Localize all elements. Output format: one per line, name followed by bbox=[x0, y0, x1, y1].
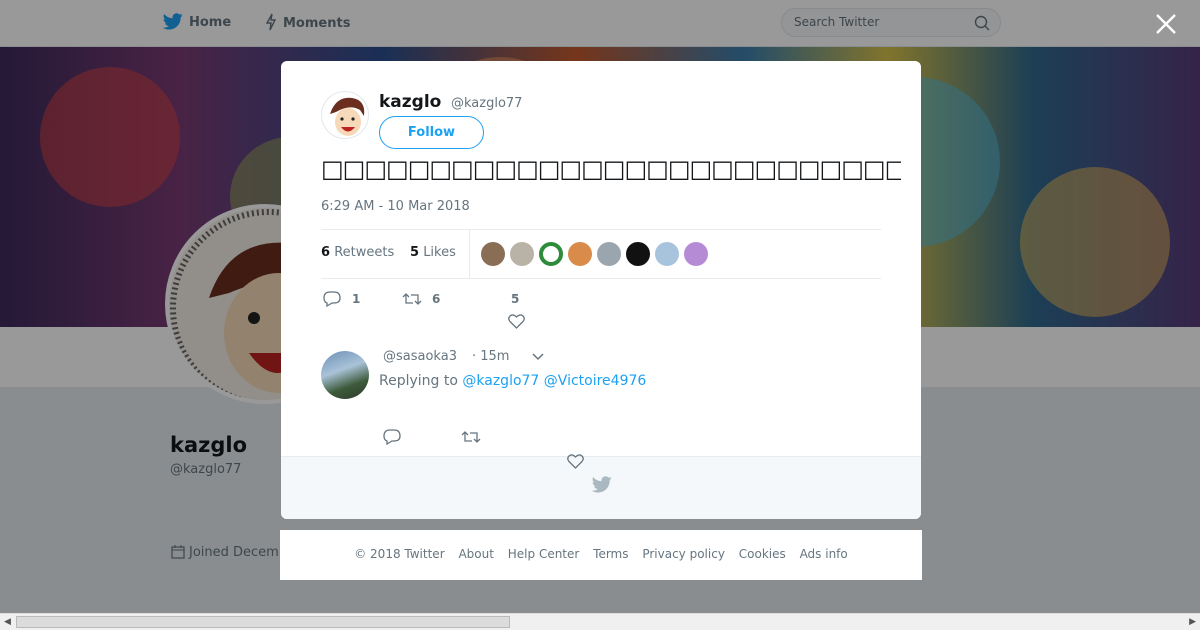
tweet-modal: kazglo @kazglo77 Follow □□□□□□□□□□□□□□□□… bbox=[281, 61, 921, 519]
retweets-stat[interactable]: 6 Retweets bbox=[321, 245, 394, 260]
retweet-icon bbox=[461, 431, 481, 443]
scroll-right-arrow-icon[interactable]: ▶ bbox=[1189, 617, 1196, 627]
tweet-author-name[interactable]: kazglo bbox=[379, 92, 441, 112]
tweet-timestamp[interactable]: 6:29 AM - 10 Mar 2018 bbox=[321, 199, 470, 214]
liker-avatar[interactable] bbox=[510, 242, 534, 266]
like-count: 5 bbox=[511, 292, 520, 306]
follow-button[interactable]: Follow bbox=[379, 116, 484, 149]
footer-copyright: © 2018 Twitter bbox=[354, 547, 445, 561]
liker-avatar[interactable] bbox=[568, 242, 592, 266]
close-icon[interactable] bbox=[1154, 12, 1178, 36]
tweet-stats: 6 Retweets 5 Likes bbox=[321, 229, 881, 279]
retweet-icon bbox=[402, 293, 422, 305]
horizontal-scrollbar[interactable]: ◀ ▶ bbox=[0, 613, 1200, 630]
reply-count: 1 bbox=[352, 292, 361, 306]
heart-icon[interactable] bbox=[567, 454, 584, 469]
modal-footer bbox=[281, 454, 921, 519]
retweet-count: 6 bbox=[432, 292, 441, 306]
reply-author-avatar[interactable] bbox=[321, 351, 369, 399]
reply-author-handle[interactable]: @sasaoka3 bbox=[383, 349, 457, 364]
liker-avatar[interactable] bbox=[684, 242, 708, 266]
likes-count: 5 bbox=[410, 245, 420, 260]
liker-avatar[interactable] bbox=[539, 242, 563, 266]
stats-divider bbox=[469, 230, 470, 278]
retweets-label: Retweets bbox=[334, 245, 395, 260]
liker-avatar[interactable] bbox=[626, 242, 650, 266]
tweet-text: □□□□□□□□□□□□□□□□□□□□□□□□□□□□□□□□□□□□□□□□… bbox=[321, 155, 901, 183]
heart-icon bbox=[508, 314, 525, 329]
replying-to: Replying to @kazglo77 @Victoire4976 bbox=[379, 373, 646, 389]
reply-reply-action[interactable] bbox=[383, 429, 401, 445]
footer-link-privacy[interactable]: Privacy policy bbox=[642, 547, 725, 561]
retweet-action[interactable] bbox=[402, 291, 422, 307]
like-action[interactable] bbox=[508, 314, 525, 329]
scroll-left-arrow-icon[interactable]: ◀ bbox=[4, 617, 11, 627]
tweet-author-avatar[interactable] bbox=[321, 91, 369, 139]
liker-avatar[interactable] bbox=[597, 242, 621, 266]
liker-avatar[interactable] bbox=[655, 242, 679, 266]
footer-link-about[interactable]: About bbox=[458, 547, 493, 561]
footer-link-cookies[interactable]: Cookies bbox=[739, 547, 786, 561]
reply-retweet-action[interactable] bbox=[461, 429, 481, 445]
footer-links: © 2018 Twitter About Help Center Terms P… bbox=[280, 547, 922, 561]
mention-link[interactable]: @kazglo77 bbox=[462, 373, 539, 389]
footer-link-terms[interactable]: Terms bbox=[593, 547, 628, 561]
page-footer: © 2018 Twitter About Help Center Terms P… bbox=[280, 530, 922, 580]
tweet-author-handle[interactable]: @kazglo77 bbox=[451, 96, 522, 111]
twitter-bird-icon bbox=[592, 476, 612, 493]
chevron-down-icon[interactable] bbox=[531, 351, 545, 363]
replying-to-label: Replying to bbox=[379, 373, 458, 389]
liker-avatar[interactable] bbox=[481, 242, 505, 266]
likes-stat[interactable]: 5 Likes bbox=[410, 245, 456, 260]
likes-label: Likes bbox=[423, 245, 456, 260]
footer-link-help-center[interactable]: Help Center bbox=[508, 547, 580, 561]
tweet-actions: 1 6 5 bbox=[321, 288, 621, 329]
reply-action[interactable] bbox=[323, 291, 341, 307]
reply-icon bbox=[383, 429, 401, 445]
retweets-count: 6 bbox=[321, 245, 331, 260]
reply-icon bbox=[323, 291, 341, 307]
scrollbar-thumb[interactable] bbox=[16, 616, 510, 628]
reply-timestamp[interactable]: · 15m bbox=[472, 349, 509, 364]
footer-link-ads-info[interactable]: Ads info bbox=[800, 547, 848, 561]
mention-link[interactable]: @Victoire4976 bbox=[544, 373, 647, 389]
